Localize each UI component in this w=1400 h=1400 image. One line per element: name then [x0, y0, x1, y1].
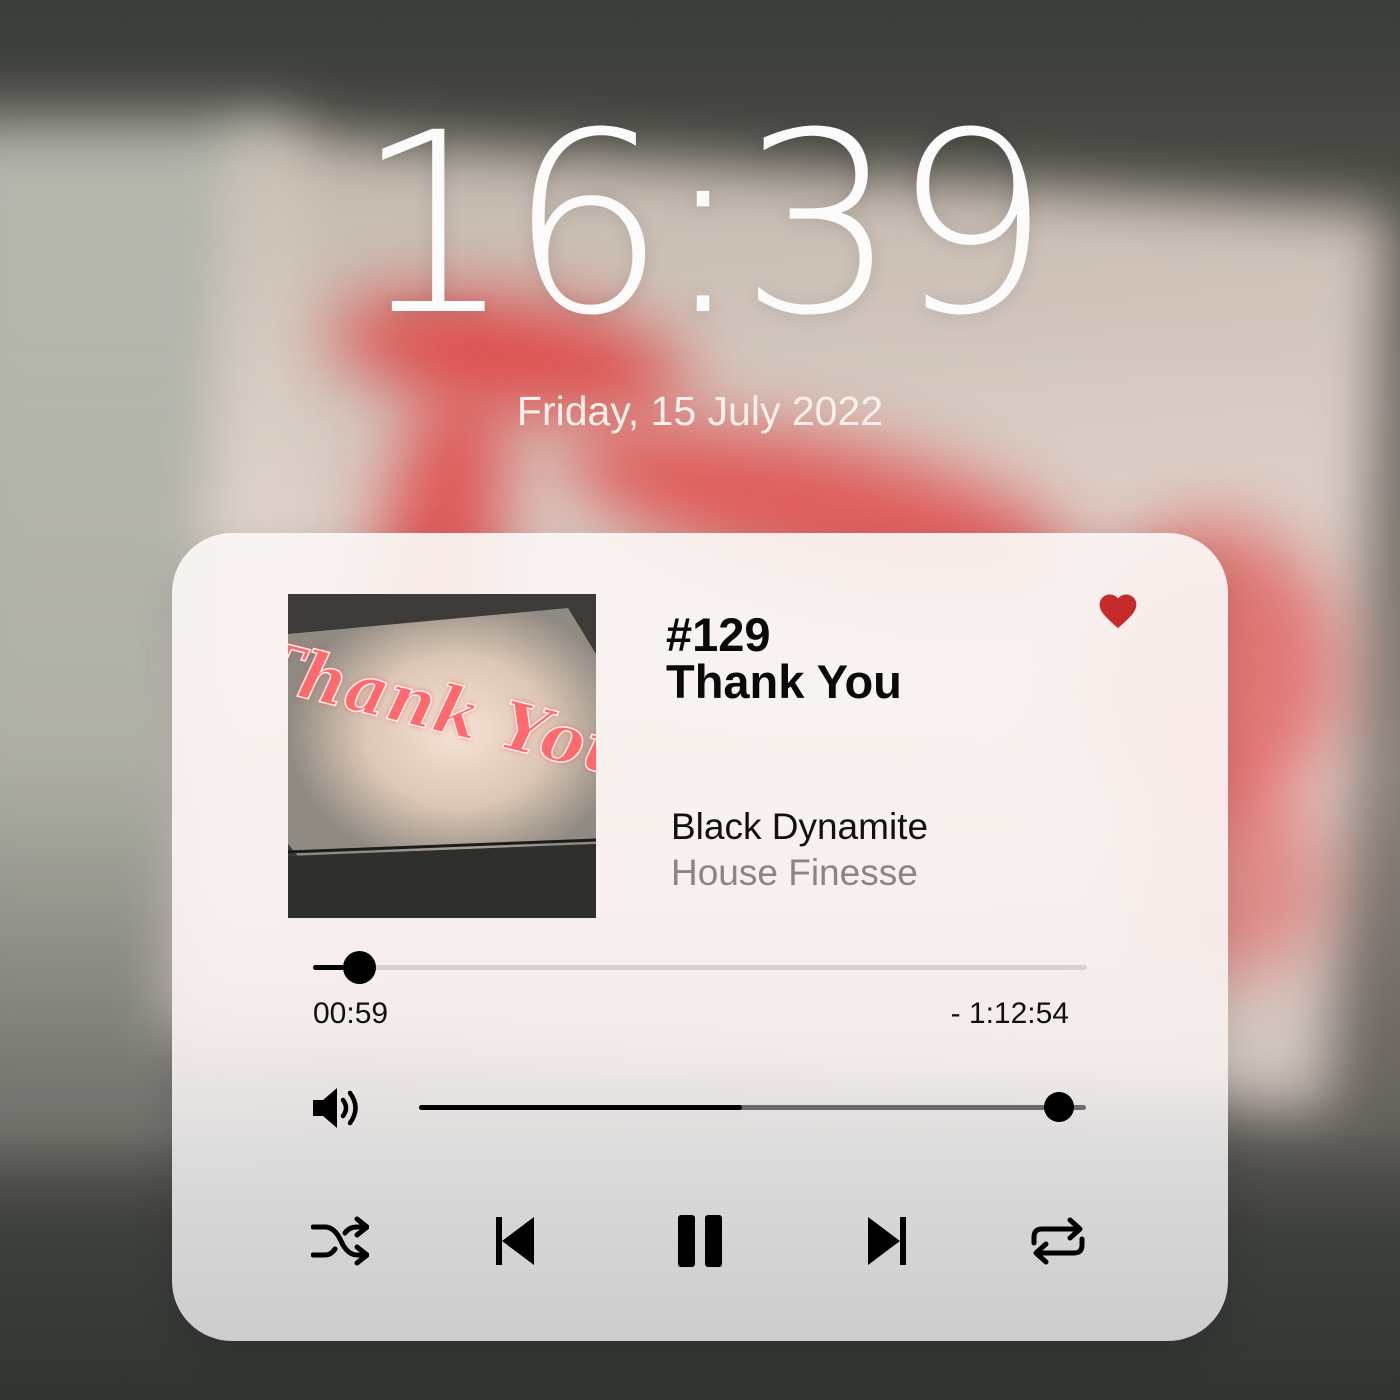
shuffle-icon: [311, 1216, 369, 1266]
playback-scrubber-handle[interactable]: [342, 951, 376, 984]
lock-screen-date: Friday, 15 July 2022: [516, 388, 884, 434]
volume-slider-fill: [419, 1105, 743, 1110]
episode-number: #129: [666, 608, 771, 661]
repeat-icon: [1031, 1217, 1085, 1265]
speaker-icon: [313, 1088, 358, 1128]
skip-forward-icon: [868, 1217, 906, 1265]
lock-screen-clock: 16:39: [354, 79, 1051, 370]
volume-button[interactable]: [311, 1084, 363, 1132]
heart-icon: [1099, 594, 1137, 629]
pause-button[interactable]: [676, 1215, 724, 1267]
media-player-card: Thank You! Thank You! #129 Thank You Bla…: [172, 533, 1228, 1341]
track-artist[interactable]: Black Dynamite: [671, 805, 928, 849]
pause-icon: [678, 1215, 722, 1267]
favorite-button[interactable]: [1096, 589, 1140, 633]
next-track-button[interactable]: [864, 1215, 908, 1267]
track-album[interactable]: House Finesse: [671, 851, 918, 895]
volume-slider-handle[interactable]: [1044, 1092, 1075, 1122]
skip-back-icon: [496, 1217, 534, 1265]
remaining-time: - 1:12:54: [950, 997, 1069, 1030]
volume-slider[interactable]: [419, 1092, 1086, 1122]
album-artwork: Thank You! Thank You!: [288, 594, 596, 918]
playback-progress-bar[interactable]: [313, 951, 1087, 984]
neon-sign-artwork: Thank You! Thank You!: [288, 594, 596, 918]
previous-track-button[interactable]: [494, 1215, 538, 1267]
elapsed-time: 00:59: [313, 997, 389, 1030]
repeat-button[interactable]: [1030, 1215, 1086, 1267]
shuffle-button[interactable]: [311, 1215, 369, 1267]
track-title: Thank You: [666, 655, 902, 708]
